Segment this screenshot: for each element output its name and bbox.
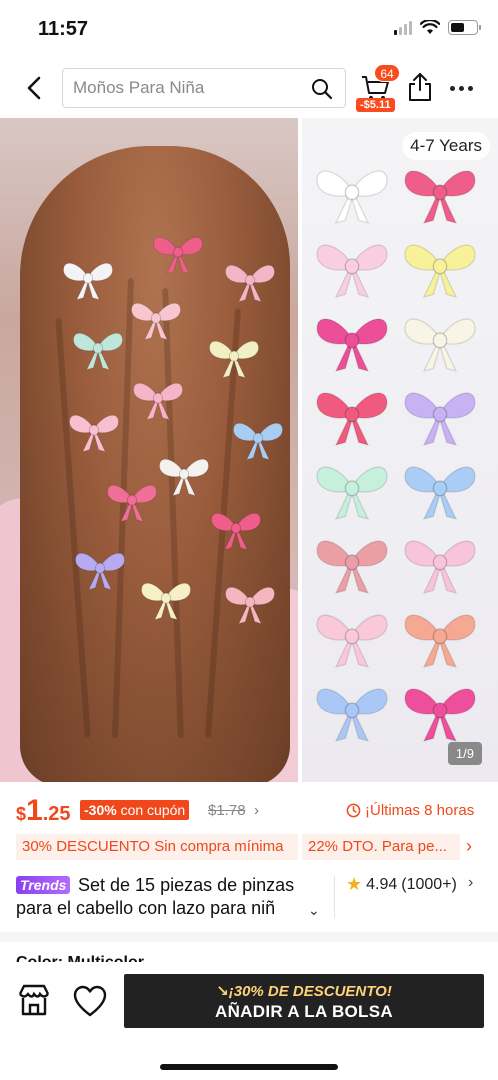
- hair-bow: [138, 576, 194, 624]
- coupons-chevron-icon[interactable]: ›: [466, 836, 472, 857]
- search-box[interactable]: [62, 68, 346, 108]
- hair-bow: [230, 416, 286, 464]
- expand-title-chevron-icon[interactable]: ⌄: [308, 902, 320, 919]
- product-bow: [400, 604, 480, 674]
- product-bow: [312, 308, 392, 378]
- coupon-percent-off[interactable]: 22% DTO. Para pe...: [302, 834, 460, 860]
- hair-bow: [70, 326, 126, 374]
- product-bow: [400, 456, 480, 526]
- hair-bow: [156, 452, 212, 500]
- product-bow: [312, 456, 392, 526]
- star-icon: ★: [346, 874, 363, 894]
- hair-bow: [150, 230, 206, 278]
- rating-value: 4.94: [366, 875, 398, 893]
- hair-bow: [104, 478, 160, 526]
- price-detail-chevron-icon[interactable]: ›: [254, 802, 259, 819]
- price-row: $1.25 -30% con cupón $1.78 › ¡Últimas 8 …: [0, 790, 498, 830]
- share-button[interactable]: [406, 72, 434, 102]
- product-rating[interactable]: ★ 4.94 (1000+): [346, 874, 457, 895]
- status-time: 11:57: [38, 18, 89, 40]
- bow-assortment-photo: [302, 118, 498, 782]
- hair-bow: [208, 506, 264, 554]
- hair-bow: [72, 546, 128, 594]
- home-indicator: [160, 1064, 338, 1070]
- current-price: $1.25: [16, 794, 71, 827]
- product-bow: [312, 382, 392, 452]
- product-bow: [400, 678, 480, 748]
- review-count: (1000+): [401, 875, 457, 893]
- wishlist-button[interactable]: [72, 984, 108, 1018]
- wifi-icon: [420, 20, 440, 34]
- share-icon: [409, 73, 431, 101]
- trend-down-icon: ↘: [216, 983, 229, 1000]
- hair-bow: [66, 408, 122, 456]
- countdown-timer: ¡Últimas 8 horas: [346, 802, 474, 819]
- back-arrow-icon: [27, 76, 41, 100]
- product-bow: [400, 382, 480, 452]
- hair-bow: [206, 334, 262, 382]
- hair-bow: [222, 580, 278, 628]
- divider: [334, 876, 335, 918]
- product-bow: [400, 308, 480, 378]
- product-bow: [400, 234, 480, 304]
- countdown-text: ¡Últimas 8 horas: [365, 802, 475, 819]
- search-icon[interactable]: [311, 78, 333, 100]
- product-bow: [312, 234, 392, 304]
- coupon-no-minimum[interactable]: 30% DESCUENTO Sin compra mínima: [16, 834, 298, 860]
- original-price: $1.78: [208, 802, 246, 819]
- add-to-bag-button[interactable]: ↘¡30% DE DESCUENTO! AÑADIR A LA BOLSA: [124, 974, 484, 1028]
- product-bow: [400, 530, 480, 600]
- more-options-button[interactable]: [450, 78, 480, 98]
- trends-badge: Trends: [16, 876, 71, 894]
- hair-bow: [60, 256, 116, 304]
- battery-icon: [448, 20, 481, 35]
- more-icon: [450, 85, 455, 91]
- section-divider: [0, 932, 498, 942]
- signal-icon: [394, 20, 412, 35]
- product-title-row: Set de 15 piezas de pinzas para el cabel…: [0, 872, 498, 924]
- store-button[interactable]: [16, 982, 52, 1018]
- hair-bow: [222, 258, 278, 306]
- add-to-bag-promo: ↘¡30% DE DESCUENTO!: [216, 983, 392, 1000]
- clock-icon: [346, 803, 361, 818]
- cart-discount-badge: -$5.11: [356, 98, 395, 112]
- status-icons: [394, 20, 481, 35]
- model-photo: [0, 118, 298, 782]
- coupon-discount-tag: -30% con cupón: [80, 800, 190, 820]
- search-input[interactable]: [73, 69, 303, 107]
- coupon-row: 30% DESCUENTO Sin compra mínima 22% DTO.…: [0, 832, 498, 862]
- product-bow: [312, 530, 392, 600]
- age-range-badge: 4-7 Years: [402, 132, 490, 160]
- header: 64 -$5.11: [0, 60, 498, 116]
- add-to-bag-label: AÑADIR A LA BOLSA: [215, 1002, 393, 1021]
- image-page-indicator: 1/9: [447, 742, 482, 765]
- status-bar: 11:57: [0, 0, 498, 60]
- bottom-action-bar: ↘¡30% DE DESCUENTO! AÑADIR A LA BOLSA: [0, 962, 498, 1080]
- store-icon: [18, 984, 50, 1016]
- cart-count-badge: 64: [374, 64, 400, 82]
- product-image-gallery[interactable]: 4-7 Years 1/9: [0, 118, 498, 782]
- product-bow: [400, 160, 480, 230]
- hair-bow: [128, 296, 184, 344]
- cart-button[interactable]: 64 -$5.11: [356, 64, 400, 114]
- product-bow: [312, 678, 392, 748]
- product-bow: [312, 604, 392, 674]
- product-bow: [312, 160, 392, 230]
- hair-bow: [130, 376, 186, 424]
- heart-icon: [73, 985, 107, 1017]
- rating-chevron-icon[interactable]: ›: [468, 874, 473, 892]
- back-button[interactable]: [20, 74, 48, 102]
